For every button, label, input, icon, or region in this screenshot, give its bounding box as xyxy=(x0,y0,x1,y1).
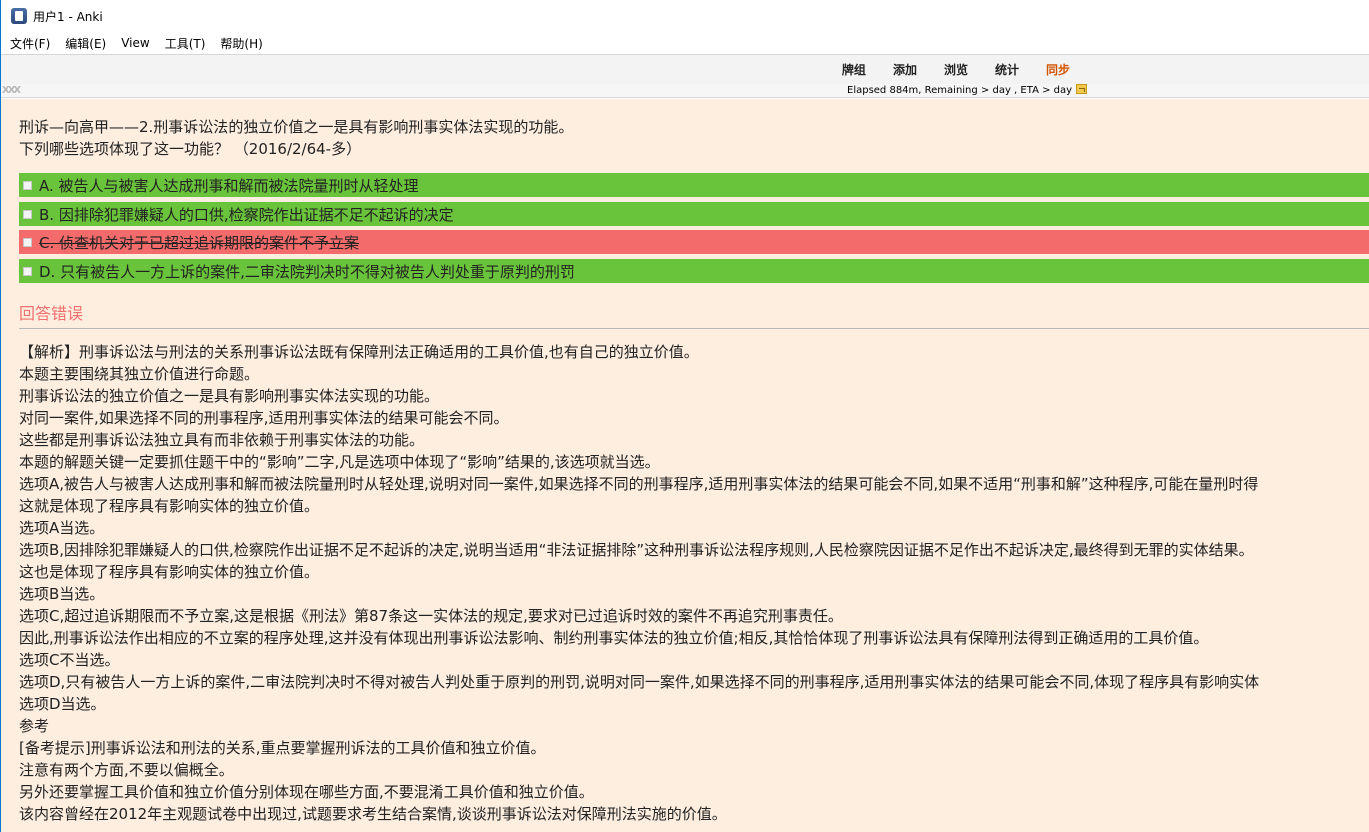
explanation-line: 选项B,因排除犯罪嫌疑人的口供,检察院作出证据不足不起诉的决定,说明当适用“非法… xyxy=(19,541,1254,559)
option-checkbox[interactable] xyxy=(23,237,32,247)
menu-help[interactable]: 帮助(H) xyxy=(220,35,262,52)
explanation-line: 本题的解题关键一定要抓住题干中的“影响”二字,凡是选项中体现了“影响”结果的,该… xyxy=(19,453,660,471)
window-title: 用户1 - Anki xyxy=(33,9,103,24)
explanation-line: 对同一案件,如果选择不同的刑事程序,适用刑事实体法的结果可能会不同。 xyxy=(19,409,509,427)
timer-bar: XXX Elapsed 884m, Remaining > day , ETA … xyxy=(1,84,1369,98)
option-b-text: B. 因排除犯罪嫌疑人的口供,检察院作出证据不足不起诉的决定 xyxy=(39,205,454,224)
option-a[interactable]: A. 被告人与被害人达成刑事和解而被法院量刑时从轻处理 xyxy=(19,173,1369,197)
browse-link[interactable]: 浏览 xyxy=(944,61,968,78)
explanation-line: 选项D,只有被告人一方上诉的案件,二审法院判决时不得对被告人判处重于原判的刑罚,… xyxy=(19,673,1260,691)
sync-link[interactable]: 同步 xyxy=(1046,61,1070,78)
explanation-line: 注意有两个方面,不要以偏概全。 xyxy=(19,761,234,779)
calendar-icon[interactable] xyxy=(1076,84,1088,94)
option-c-text: C. 侦查机关对于已超过追诉期限的案件不予立案 xyxy=(39,233,360,252)
top-toolbar: 牌组 添加 浏览 统计 同步 xyxy=(1,54,1369,84)
menu-file[interactable]: 文件(F) xyxy=(10,35,50,52)
explanation-line: 选项D当选。 xyxy=(19,695,106,713)
add-link[interactable]: 添加 xyxy=(893,61,917,78)
elapsed-status: Elapsed 884m, Remaining > day , ETA > da… xyxy=(847,84,1088,97)
explanation-line: 这些都是刑事诉讼法独立具有而非依赖于刑事实体法的功能。 xyxy=(19,431,425,449)
explanation-line: 选项B当选。 xyxy=(19,585,105,603)
explanation-line: 这就是体现了程序具有影响实体的独立价值。 xyxy=(19,497,320,515)
explanation-line: 选项C,超过追诉期限而不予立案,这是根据《刑法》第87条这一实体法的规定,要求对… xyxy=(19,607,843,625)
explanation-line: 选项A当选。 xyxy=(19,519,105,537)
explanation-line: 参考 xyxy=(19,717,50,735)
decks-link[interactable]: 牌组 xyxy=(842,61,866,78)
option-b[interactable]: B. 因排除犯罪嫌疑人的口供,检察院作出证据不足不起诉的决定 xyxy=(19,202,1369,226)
explanation-line: 这也是体现了程序具有影响实体的独立价值。 xyxy=(19,563,320,581)
explanation-line: 【解析】刑事诉讼法与刑法的关系刑事诉讼法既有保障刑法正确适用的工具价值,也有自己… xyxy=(19,343,699,361)
explanation-line: 该内容曾经在2012年主观题试卷中出现过,试题要求考生结合案情,谈谈刑事诉讼法对… xyxy=(19,805,727,823)
question-line-1: 刑诉—向高甲——2.刑事诉讼法的独立价值之一是具有影响刑事实体法实现的功能。 xyxy=(19,118,574,136)
option-d[interactable]: D. 只有被告人一方上诉的案件,二审法院判决时不得对被告人判处重于原判的刑罚 xyxy=(19,259,1369,283)
elapsed-text: Elapsed 884m, Remaining > day , ETA > da… xyxy=(847,85,1073,96)
anki-app-icon xyxy=(11,8,27,24)
option-checkbox[interactable] xyxy=(23,266,32,276)
menu-edit[interactable]: 编辑(E) xyxy=(65,35,106,52)
anki-window: 用户1 - Anki 文件(F) 编辑(E) View 工具(T) 帮助(H) … xyxy=(0,0,1369,832)
option-checkbox[interactable] xyxy=(23,209,32,219)
menu-view[interactable]: View xyxy=(121,36,149,50)
explanation-line: 选项A,被告人与被害人达成刑事和解而被法院量刑时从轻处理,说明对同一案件,如果选… xyxy=(19,475,1259,493)
explanation-line: 选项C不当选。 xyxy=(19,651,120,669)
menu-tools[interactable]: 工具(T) xyxy=(165,35,206,52)
title-bar: 用户1 - Anki xyxy=(1,0,1369,32)
progress-mark: XXX xyxy=(2,85,21,96)
card-area: 刑诉—向高甲——2.刑事诉讼法的独立价值之一是具有影响刑事实体法实现的功能。 下… xyxy=(1,99,1369,832)
answer-result: 回答错误 xyxy=(19,304,84,323)
explanation-line: 另外还要掌握工具价值和独立价值分别体现在哪些方面,不要混淆工具价值和独立价值。 xyxy=(19,783,594,801)
option-c[interactable]: C. 侦查机关对于已超过追诉期限的案件不予立案 xyxy=(19,230,1369,254)
option-d-text: D. 只有被告人一方上诉的案件,二审法院判决时不得对被告人判处重于原判的刑罚 xyxy=(39,262,575,281)
explanation-line: 因此,刑事诉讼法作出相应的不立案的程序处理,这并没有体现出刑事诉讼法影响、制约刑… xyxy=(19,629,1209,647)
explanation-line: 刑事诉讼法的独立价值之一是具有影响刑事实体法实现的功能。 xyxy=(19,387,440,405)
explanation-line: 本题主要围绕其独立价值进行命题。 xyxy=(19,365,260,383)
explanation-line: [备考提示]刑事诉讼法和刑法的关系,重点要掌握刑诉法的工具价值和独立价值。 xyxy=(19,739,546,757)
stats-link[interactable]: 统计 xyxy=(995,61,1019,78)
option-checkbox[interactable] xyxy=(23,180,32,190)
option-a-text: A. 被告人与被害人达成刑事和解而被法院量刑时从轻处理 xyxy=(39,176,419,195)
menu-bar: 文件(F) 编辑(E) View 工具(T) 帮助(H) xyxy=(1,32,1369,54)
question-line-2: 下列哪些选项体现了这一功能？ （2016/2/64-多） xyxy=(19,140,362,158)
divider xyxy=(19,328,1369,329)
